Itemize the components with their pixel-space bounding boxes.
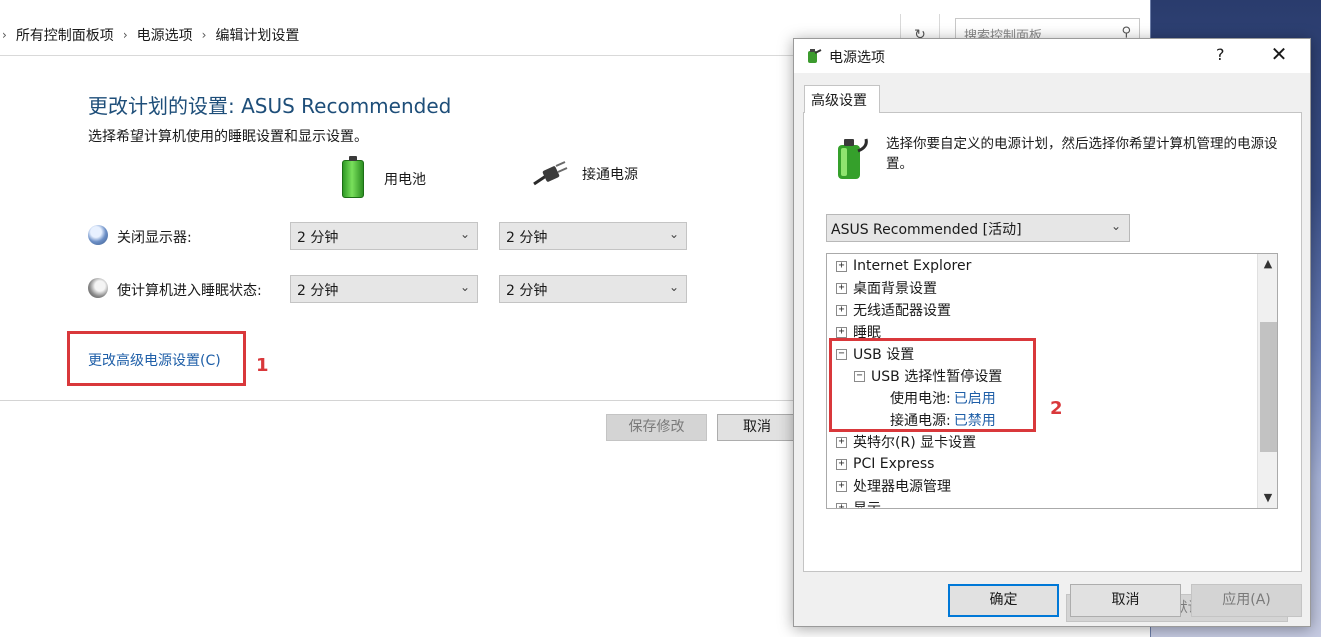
- chevron-down-icon: ⌄: [668, 227, 679, 241]
- tree-item-label: 显示: [853, 501, 881, 509]
- vertical-scrollbar[interactable]: ▲ ▼: [1257, 254, 1277, 508]
- breadcrumb-power-options[interactable]: 电源选项: [137, 25, 193, 45]
- dialog-cancel-button[interactable]: 取消: [1070, 584, 1181, 617]
- column-label-battery: 用电池: [384, 172, 426, 188]
- tree-item-label: 桌面背景设置: [853, 281, 937, 297]
- tree-item-label: 英特尔(R) 显卡设置: [853, 435, 977, 451]
- save-changes-button[interactable]: 保存修改: [606, 414, 707, 441]
- divider: [0, 400, 800, 401]
- select-value: 2 分钟: [297, 230, 339, 246]
- highlight-box-usb-settings: [829, 338, 1036, 432]
- close-button[interactable]: ✕: [1264, 42, 1294, 66]
- dialog-title: 电源选项: [829, 50, 885, 66]
- annotation-marker-2: 2: [1050, 398, 1063, 419]
- tree-item[interactable]: + 无线适配器设置: [836, 299, 951, 321]
- setting-row-turn-off-display: 关闭显示器: 2 分钟 ⌄ 2 分钟 ⌄: [88, 222, 688, 250]
- tree-item-label: PCI Express: [853, 456, 935, 472]
- setting-label-turn-off-display: 关闭显示器:: [117, 230, 192, 246]
- breadcrumb-edit-plan-settings[interactable]: 编辑计划设置: [215, 25, 299, 45]
- breadcrumb-separator-icon: ›: [122, 28, 128, 42]
- power-options-dialog: 电源选项 ? ✕ 高级设置 选择你要自定义的电源计划，然后选择你希望计算机管理的…: [793, 38, 1311, 627]
- expand-icon[interactable]: +: [836, 260, 847, 272]
- column-header-plugged-in: 接通电源: [532, 160, 638, 188]
- change-advanced-power-settings-link[interactable]: 更改高级电源设置(C): [88, 350, 221, 370]
- expand-icon[interactable]: +: [836, 458, 847, 470]
- page-subtitle: 选择希望计算机使用的睡眠设置和显示设置。: [88, 129, 368, 145]
- apply-button[interactable]: 应用(A): [1191, 584, 1302, 617]
- tree-item[interactable]: + PCI Express: [836, 453, 934, 475]
- select-value: 2 分钟: [297, 283, 339, 299]
- display-plugged-select[interactable]: 2 分钟 ⌄: [499, 222, 687, 250]
- dialog-description: 选择你要自定义的电源计划，然后选择你希望计算机管理的电源设置。: [886, 136, 1278, 172]
- expand-icon[interactable]: +: [836, 436, 847, 448]
- chevron-down-icon: ⌄: [459, 280, 470, 294]
- expand-icon[interactable]: +: [836, 282, 847, 294]
- chevron-down-icon: ⌄: [459, 227, 470, 241]
- annotation-marker-1: 1: [256, 355, 269, 376]
- sleep-plugged-select[interactable]: 2 分钟 ⌄: [499, 275, 687, 303]
- tree-item-label: 无线适配器设置: [853, 303, 951, 319]
- tree-item[interactable]: + Internet Explorer: [836, 255, 971, 277]
- expand-icon[interactable]: +: [836, 304, 847, 316]
- breadcrumb-separator-icon: ›: [201, 28, 207, 42]
- sleep-battery-select[interactable]: 2 分钟 ⌄: [290, 275, 478, 303]
- tree-item[interactable]: + 桌面背景设置: [836, 277, 937, 299]
- tree-item-label: 处理器电源管理: [853, 479, 951, 495]
- monitor-icon: [88, 225, 108, 245]
- breadcrumb: › 所有控制面板项 › 电源选项 › 编辑计划设置: [0, 14, 299, 56]
- help-button[interactable]: ?: [1216, 45, 1225, 64]
- moon-icon: [88, 278, 108, 298]
- column-label-plugged-in: 接通电源: [582, 167, 638, 183]
- scrollbar-thumb[interactable]: [1260, 322, 1277, 452]
- breadcrumb-separator-icon: ›: [2, 28, 7, 42]
- page-title: 更改计划的设置: ASUS Recommended: [88, 94, 452, 118]
- tree-item-label: Internet Explorer: [853, 258, 972, 274]
- setting-row-sleep: 使计算机进入睡眠状态: 2 分钟 ⌄ 2 分钟 ⌄: [88, 275, 688, 303]
- select-value: ASUS Recommended [活动]: [831, 222, 1022, 238]
- cancel-button[interactable]: 取消: [717, 414, 797, 441]
- setting-label-sleep: 使计算机进入睡眠状态:: [117, 283, 262, 299]
- column-header-battery: 用电池: [342, 156, 426, 198]
- power-plug-icon: [533, 161, 568, 186]
- scroll-down-icon[interactable]: ▼: [1258, 488, 1277, 508]
- breadcrumb-all-control-panel-items[interactable]: 所有控制面板项: [16, 25, 114, 45]
- select-value: 2 分钟: [506, 283, 548, 299]
- power-options-icon: [808, 49, 822, 63]
- battery-icon: [342, 156, 364, 198]
- power-plan-select[interactable]: ASUS Recommended [活动] ⌄: [826, 214, 1130, 242]
- display-battery-select[interactable]: 2 分钟 ⌄: [290, 222, 478, 250]
- chevron-down-icon: ⌄: [1110, 219, 1121, 233]
- expand-icon[interactable]: +: [836, 502, 847, 508]
- expand-icon[interactable]: +: [836, 480, 847, 492]
- power-plan-icon: [838, 138, 868, 179]
- chevron-down-icon: ⌄: [668, 280, 679, 294]
- tree-item[interactable]: + 处理器电源管理: [836, 475, 951, 497]
- scroll-up-icon[interactable]: ▲: [1258, 254, 1277, 274]
- tree-item[interactable]: + 显示: [836, 497, 881, 509]
- tree-item[interactable]: + 英特尔(R) 显卡设置: [836, 431, 976, 453]
- select-value: 2 分钟: [506, 230, 548, 246]
- dialog-title-bar[interactable]: 电源选项 ? ✕: [794, 39, 1310, 73]
- expand-icon[interactable]: +: [836, 326, 847, 338]
- tab-advanced-settings[interactable]: 高级设置: [804, 85, 880, 113]
- ok-button[interactable]: 确定: [948, 584, 1059, 617]
